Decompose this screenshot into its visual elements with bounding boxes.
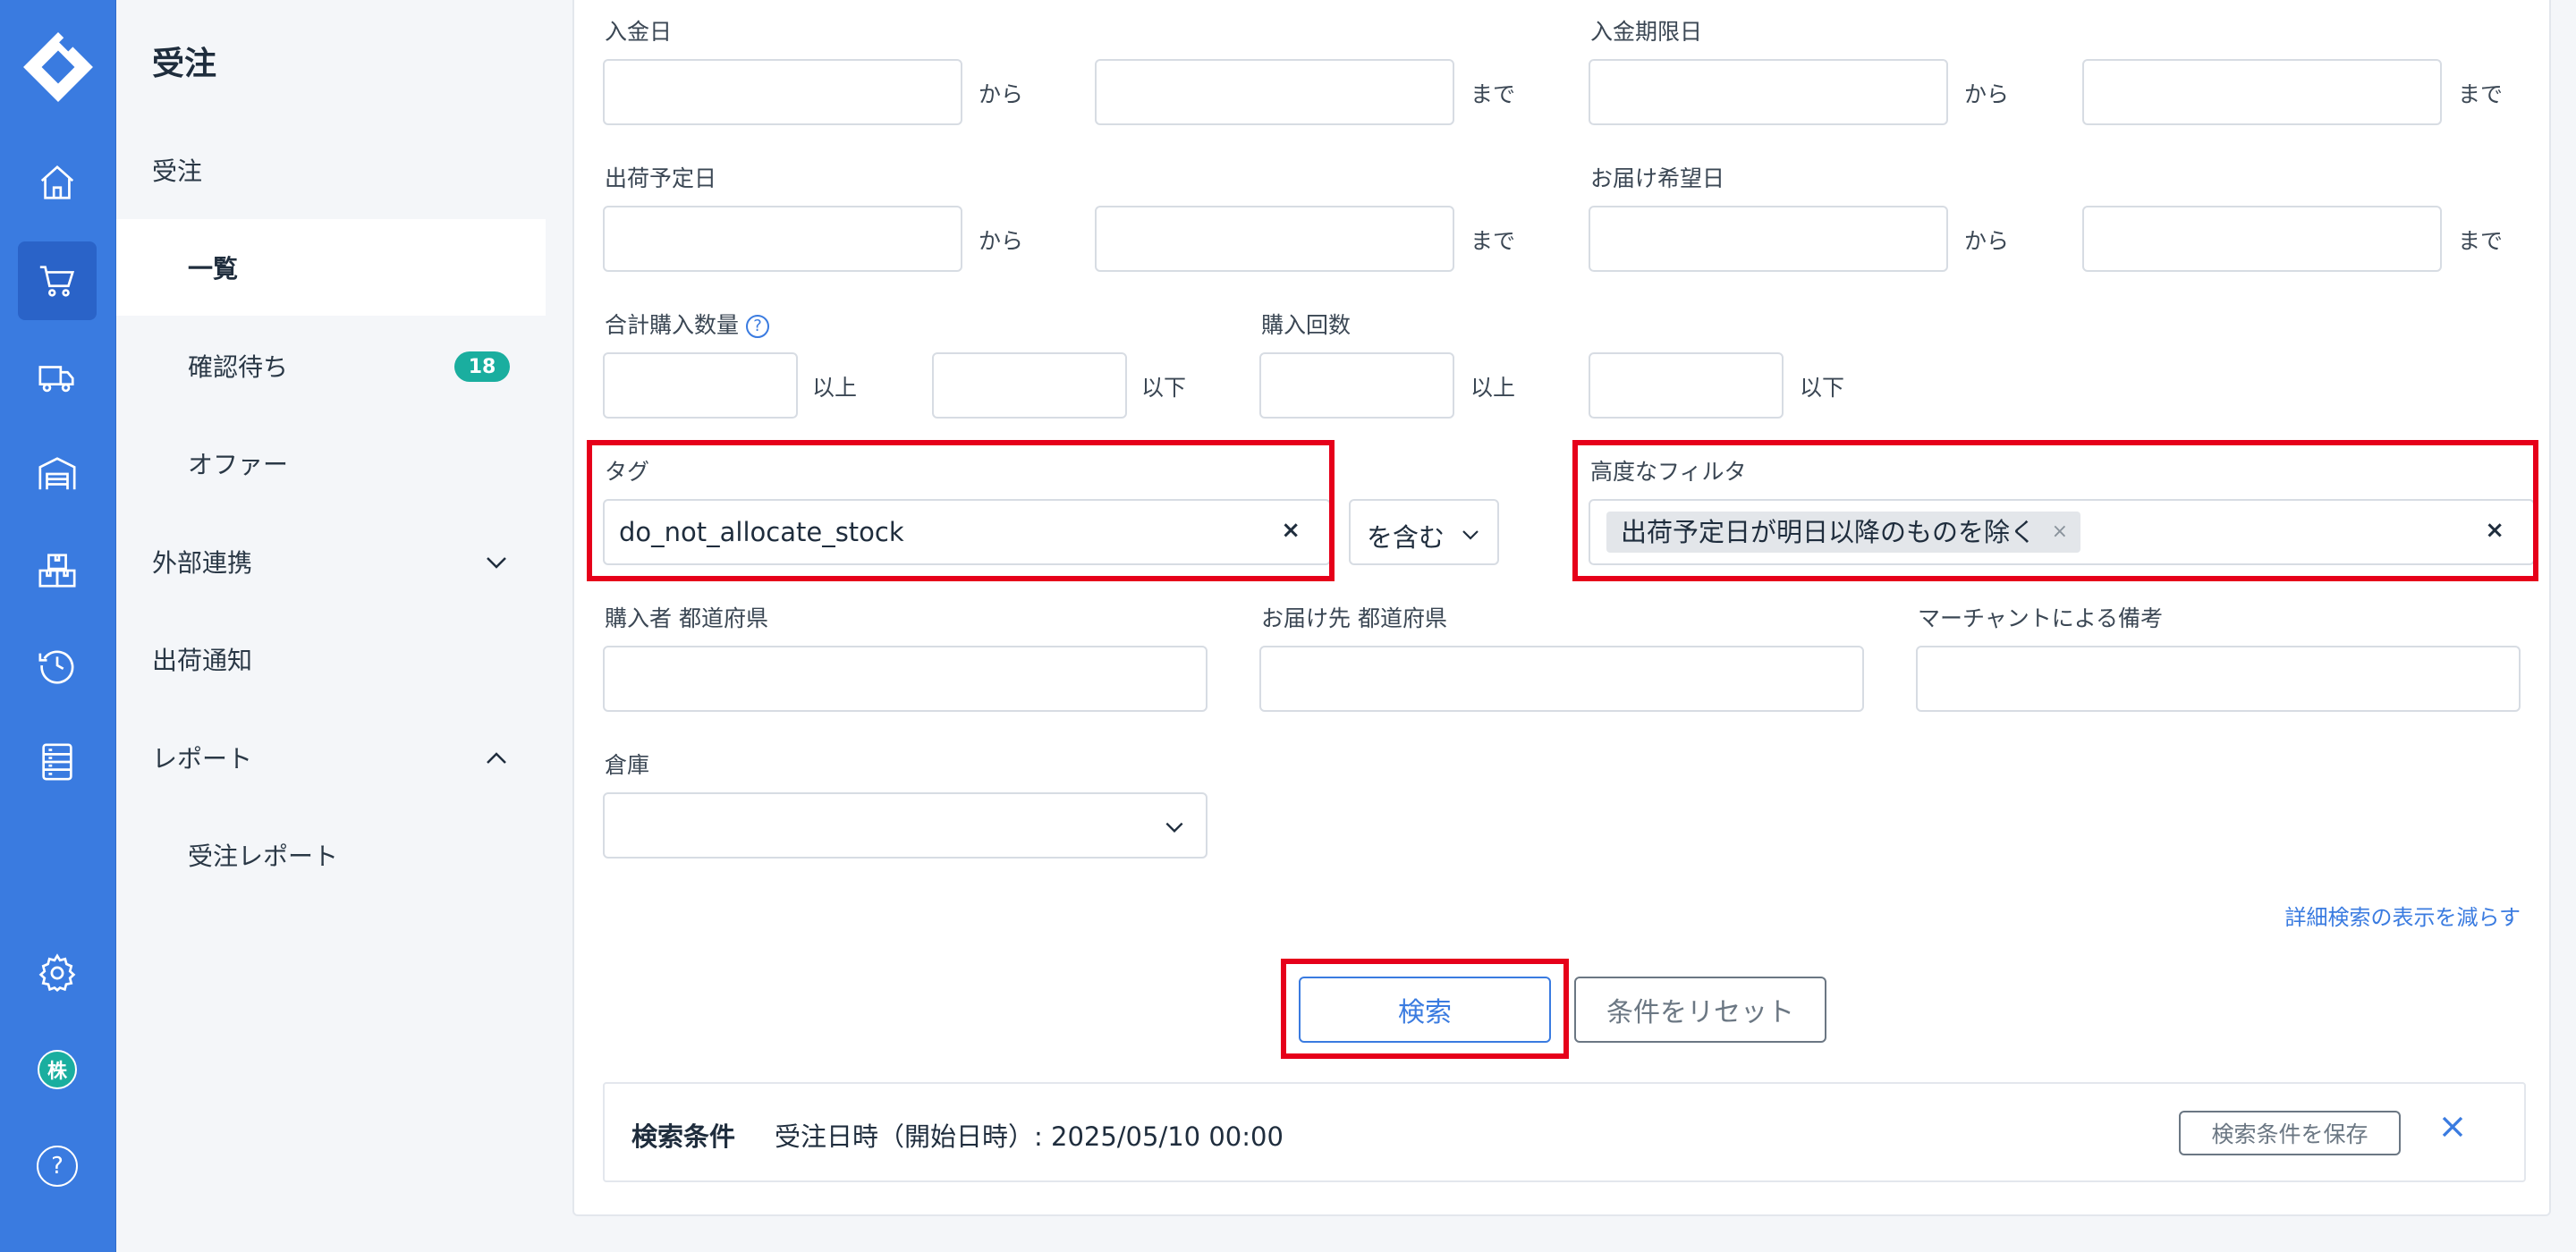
buyer-pref-label: 購入者 都道府県 <box>605 605 768 631</box>
warehouse-select[interactable] <box>603 792 1208 859</box>
chevron-down-icon <box>1165 822 1183 833</box>
until-label: まで <box>1470 81 1516 107</box>
cart-icon <box>39 266 75 297</box>
adv-filter-highlight <box>1572 440 2538 581</box>
payment-deadline-label: 入金期限日 <box>1590 19 1703 45</box>
from-label: から <box>1964 228 2010 254</box>
side-menu: 受注 受注 一覧 確認待ち 18 オファー 外部連携 出荷通知 レポート 受注レ… <box>116 0 546 1252</box>
tag-highlight <box>587 440 1335 581</box>
total-qty-max-input[interactable] <box>932 352 1127 419</box>
reset-button[interactable]: 条件をリセット <box>1574 977 1826 1043</box>
icon-rail: 株 ? <box>0 0 116 1252</box>
from-label: から <box>979 228 1024 254</box>
menu-item-pending[interactable]: 確認待ち 18 <box>116 317 546 414</box>
search-button-highlight <box>1281 959 1569 1059</box>
purchase-count-label: 購入回数 <box>1261 312 1352 338</box>
payment-deadline-to-input[interactable] <box>2082 59 2442 125</box>
until-label: まで <box>1470 228 1516 254</box>
delivery-requested-to-input[interactable] <box>2082 206 2442 272</box>
total-qty-label: 合計購入数量? <box>605 308 770 340</box>
search-panel: 入金日 から まで 入金期限日 から まで 出荷予定日 から まで お届け希望日… <box>572 0 2551 1216</box>
pending-count-badge: 18 <box>454 351 510 382</box>
merchant-note-input[interactable] <box>1916 646 2521 712</box>
list-icon <box>42 743 72 781</box>
payment-date-to-input[interactable] <box>1095 59 1454 125</box>
until-label: まで <box>2458 228 2504 254</box>
purchase-count-max-input[interactable] <box>1589 352 1784 419</box>
menu-item-list[interactable]: 一覧 <box>116 219 546 316</box>
payment-deadline-from-input[interactable] <box>1589 59 1948 125</box>
less-detail-link[interactable]: 詳細検索の表示を減らす <box>2284 900 2521 931</box>
max-label: 以下 <box>1800 375 1845 401</box>
buyer-pref-input[interactable] <box>603 646 1208 712</box>
menu-item-orders[interactable]: 受注 <box>116 122 546 218</box>
home-icon <box>40 165 74 199</box>
search-conditions-box: 検索条件 受注日時（開始日時）: 2025/05/10 00:00 検索条件を保… <box>603 1082 2526 1182</box>
history-icon <box>38 650 74 684</box>
from-label: から <box>979 81 1024 107</box>
total-qty-min-input[interactable] <box>603 352 798 419</box>
rail-shipping[interactable] <box>18 338 97 417</box>
tag-mode-select[interactable]: を含む <box>1349 499 1499 565</box>
warehouse-label: 倉庫 <box>605 752 650 778</box>
rail-history[interactable] <box>18 626 97 705</box>
app-logo-icon[interactable] <box>21 30 95 104</box>
payment-date-from-input[interactable] <box>603 59 962 125</box>
company-icon: 株 <box>38 1050 77 1089</box>
rail-orders[interactable] <box>18 241 97 320</box>
delivery-requested-from-input[interactable] <box>1589 206 1948 272</box>
chevron-up-icon <box>487 752 506 764</box>
ship-scheduled-label: 出荷予定日 <box>605 165 717 191</box>
gear-icon <box>38 953 76 992</box>
max-label: 以下 <box>1141 375 1187 401</box>
rail-home[interactable] <box>18 143 97 222</box>
conditions-text: 受注日時（開始日時）: 2025/05/10 00:00 <box>775 1121 1284 1152</box>
ship-scheduled-from-input[interactable] <box>603 206 962 272</box>
rail-list[interactable] <box>18 723 97 801</box>
until-label: まで <box>2458 81 2504 107</box>
tag-mode-value: を含む <box>1367 522 1445 553</box>
menu-item-reports[interactable]: レポート <box>116 709 546 806</box>
min-label: 以上 <box>1470 375 1516 401</box>
ship-scheduled-to-input[interactable] <box>1095 206 1454 272</box>
menu-item-order-report[interactable]: 受注レポート <box>116 807 546 903</box>
help-icon[interactable]: ? <box>746 315 770 338</box>
save-conditions-button[interactable]: 検索条件を保存 <box>2179 1111 2401 1155</box>
rail-settings[interactable] <box>18 934 97 1012</box>
payment-date-label: 入金日 <box>605 19 673 45</box>
boxes-icon <box>38 554 76 588</box>
menu-item-offer[interactable]: オファー <box>116 415 546 512</box>
help-icon: ? <box>37 1146 78 1187</box>
menu-item-integration[interactable]: 外部連携 <box>116 513 546 610</box>
chevron-down-icon <box>1462 530 1479 540</box>
purchase-count-min-input[interactable] <box>1259 352 1454 419</box>
menu-item-ship-notice[interactable]: 出荷通知 <box>116 611 546 707</box>
delivery-requested-label: お届け希望日 <box>1590 165 1725 191</box>
merchant-note-label: マーチャントによる備考 <box>1918 605 2164 631</box>
chevron-down-icon <box>487 557 506 569</box>
rail-inventory[interactable] <box>18 531 97 610</box>
dest-pref-label: お届け先 都道府県 <box>1261 605 1447 631</box>
conditions-title: 検索条件 <box>631 1121 736 1152</box>
close-icon[interactable] <box>2435 1109 2470 1145</box>
rail-company[interactable]: 株 <box>18 1030 97 1109</box>
dest-pref-input[interactable] <box>1259 646 1864 712</box>
menu-title: 受注 <box>152 46 217 82</box>
warehouse-icon <box>38 457 76 490</box>
main-area: 入金日 から まで 入金期限日 から まで 出荷予定日 から まで お届け希望日… <box>546 0 2576 1252</box>
from-label: から <box>1964 81 2010 107</box>
min-label: 以上 <box>812 375 858 401</box>
rail-help[interactable]: ? <box>18 1127 97 1205</box>
rail-warehouse[interactable] <box>18 435 97 513</box>
truck-icon <box>38 366 74 393</box>
